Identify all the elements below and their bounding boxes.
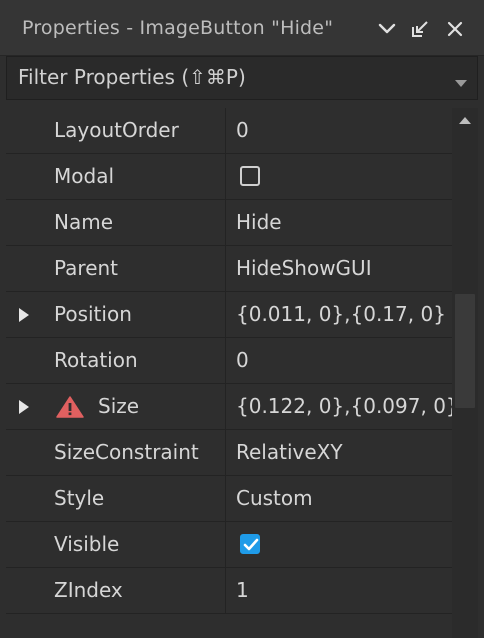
property-value[interactable]: 0 [236, 348, 249, 372]
property-name: Parent [54, 256, 119, 280]
property-value-cell[interactable]: HideShowGUI [226, 246, 452, 291]
property-row-layoutorder[interactable]: LayoutOrder 0 [6, 108, 452, 154]
scroll-up-button[interactable] [452, 108, 478, 134]
warning-icon [56, 396, 84, 422]
caret-up-icon [459, 117, 471, 124]
close-icon[interactable] [444, 18, 466, 40]
property-name: Position [54, 302, 132, 326]
property-name-cell: ZIndex [6, 568, 226, 613]
property-name-cell: Rotation [6, 338, 226, 383]
property-name-cell: Style [6, 476, 226, 521]
property-name: ZIndex [54, 578, 123, 602]
property-value[interactable]: Custom [236, 486, 313, 510]
visible-checkbox[interactable] [240, 534, 260, 554]
property-value[interactable]: {0.122, 0},{0.097, 0} [236, 394, 459, 418]
title-bar: Properties - ImageButton "Hide" [0, 0, 484, 56]
property-name-cell: Position [6, 292, 226, 337]
modal-checkbox[interactable] [240, 166, 260, 186]
property-name-cell: Visible [6, 522, 226, 567]
property-value[interactable]: {0.011, 0},{0.17, 0} [236, 302, 446, 326]
property-name-cell: Name [6, 200, 226, 245]
caret-down-icon[interactable] [455, 73, 467, 92]
property-name: Size [98, 394, 140, 418]
property-name: Modal [54, 164, 114, 188]
filter-properties-input[interactable]: Filter Properties (⇧⌘P) [6, 56, 478, 100]
property-value-cell[interactable] [226, 522, 452, 567]
property-row-size[interactable]: Size {0.122, 0},{0.097, 0} [6, 384, 459, 430]
triangle-right-icon[interactable] [19, 399, 29, 418]
property-name: LayoutOrder [54, 118, 179, 142]
property-row-zindex[interactable]: ZIndex 1 [6, 568, 452, 614]
property-row-style[interactable]: Style Custom [6, 476, 452, 522]
properties-panel: Properties - ImageButton "Hide" Filter P… [0, 0, 484, 638]
properties-grid: LayoutOrder 0 Modal Name Hide Parent Hid… [6, 108, 459, 638]
property-name: SizeConstraint [54, 440, 199, 464]
property-value-cell[interactable]: RelativeXY [226, 430, 452, 475]
property-row-parent[interactable]: Parent HideShowGUI [6, 246, 452, 292]
undock-icon[interactable] [409, 18, 431, 40]
property-name: Name [54, 210, 114, 234]
property-row-sizeconstraint[interactable]: SizeConstraint RelativeXY [6, 430, 452, 476]
property-name: Visible [54, 532, 120, 556]
property-value-cell[interactable]: {0.011, 0},{0.17, 0} [226, 292, 452, 337]
scrollbar-thumb[interactable] [455, 294, 475, 408]
property-name-cell: Parent [6, 246, 226, 291]
property-value[interactable]: HideShowGUI [236, 256, 372, 280]
property-row-modal[interactable]: Modal [6, 154, 452, 200]
filter-placeholder: Filter Properties (⇧⌘P) [18, 65, 246, 89]
property-value-cell[interactable] [226, 154, 452, 199]
property-name-cell: LayoutOrder [6, 108, 226, 153]
property-value[interactable]: RelativeXY [236, 440, 343, 464]
property-value-cell[interactable]: 0 [226, 338, 452, 383]
property-name-cell: SizeConstraint [6, 430, 226, 475]
property-row-rotation[interactable]: Rotation 0 [6, 338, 452, 384]
triangle-right-icon[interactable] [19, 307, 29, 326]
property-name-cell: Modal [6, 154, 226, 199]
property-value-cell[interactable]: 0 [226, 108, 452, 153]
property-name: Style [54, 486, 105, 510]
property-value-cell[interactable]: {0.122, 0},{0.097, 0} [226, 384, 459, 429]
property-name-cell: Size [6, 384, 226, 429]
chevron-down-icon[interactable] [376, 18, 398, 40]
property-value[interactable]: Hide [236, 210, 282, 234]
property-value[interactable]: 0 [236, 118, 249, 142]
property-value-cell[interactable]: Custom [226, 476, 452, 521]
property-name: Rotation [54, 348, 138, 372]
property-value-cell[interactable]: 1 [226, 568, 452, 613]
property-row-name[interactable]: Name Hide [6, 200, 452, 246]
property-row-position[interactable]: Position {0.011, 0},{0.17, 0} [6, 292, 452, 338]
property-row-visible[interactable]: Visible [6, 522, 452, 568]
property-value[interactable]: 1 [236, 578, 249, 602]
panel-title: Properties - ImageButton "Hide" [22, 17, 334, 39]
checkmark-icon [243, 538, 259, 551]
property-value-cell[interactable]: Hide [226, 200, 452, 245]
